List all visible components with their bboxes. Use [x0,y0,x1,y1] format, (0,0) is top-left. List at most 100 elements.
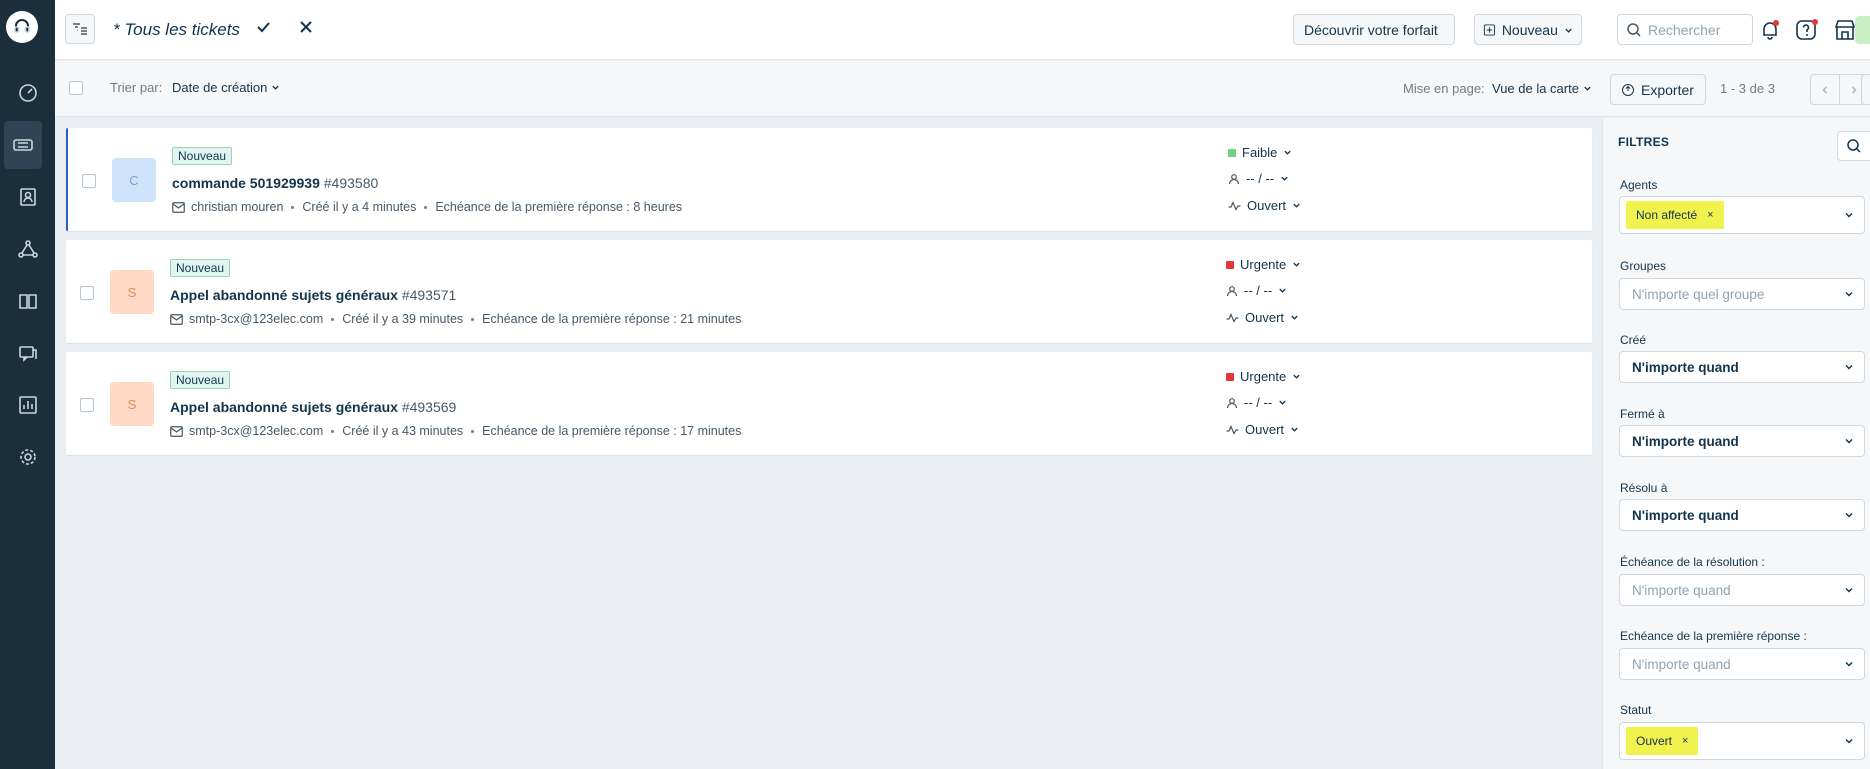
pagination-info: 1 - 3 de 3 [1720,81,1775,96]
groups-select[interactable]: N'importe quel groupe [1619,278,1865,310]
created-select[interactable]: N'importe quand [1619,351,1865,383]
ticket-meta: smtp-3cx@123elec.com Créé il y a 39 minu… [170,312,741,326]
chevron-left-icon [1822,85,1828,94]
remove-tag-icon[interactable]: × [1707,209,1713,221]
ticket-checkbox[interactable] [82,174,96,188]
closed-select[interactable]: N'importe quand [1619,425,1865,457]
ticket-checkbox[interactable] [80,286,94,300]
discover-plan-button[interactable]: Découvrir votre forfait [1293,14,1455,45]
resolution-due-label: Échéance de la résolution : [1620,555,1765,569]
created-label: Créé [1620,333,1647,347]
export-label: Exporter [1641,81,1694,98]
nav-tickets[interactable] [4,121,42,169]
search-placeholder: Rechercher [1648,21,1721,38]
ticket-card[interactable]: C Nouveau commande 501929939 #493580 chr… [66,128,1592,231]
status-dropdown[interactable]: Ouvert [1226,310,1299,325]
nav-reports[interactable] [0,381,55,429]
nav-knowledge-base[interactable] [0,277,55,325]
status-select[interactable]: Ouvert × [1619,722,1865,760]
resolved-select[interactable]: N'importe quand [1619,499,1865,531]
ticket-checkbox[interactable] [80,398,94,412]
resolution-due-placeholder: N'importe quand [1632,582,1731,598]
priority-value: Faible [1242,145,1278,160]
priority-dropdown[interactable]: Faible [1228,145,1292,160]
new-button[interactable]: Nouveau [1474,14,1582,45]
save-view-button[interactable] [255,18,273,39]
nav-settings[interactable] [0,433,55,481]
ticket-subject[interactable]: Appel abandonné sujets généraux #493569 [170,399,456,415]
chevron-down-icon [1284,150,1292,155]
separator-dot [331,317,335,321]
ticket-card[interactable]: S Nouveau Appel abandonné sujets générau… [66,352,1592,455]
layout-value: Vue de la carte [1492,81,1579,96]
status-value: Ouvert [1245,422,1285,437]
separator-dot [471,429,475,433]
nav-dashboard[interactable] [0,69,55,117]
chevron-down-icon [1279,288,1286,293]
assignee-value: -- / -- [1244,283,1273,298]
status-label: Statut [1620,703,1652,717]
previous-page-button[interactable] [1810,74,1840,105]
status-dropdown[interactable]: Ouvert [1228,198,1301,213]
chat-icon [18,346,37,362]
export-button[interactable]: Exporter [1610,74,1706,105]
select-all-checkbox[interactable] [69,81,83,95]
assignee-dropdown[interactable]: -- / -- [1226,283,1287,298]
chevron-down-icon [1279,400,1286,405]
ticket-created: Créé il y a 43 minutes [342,424,464,438]
toolbar-overflow-button[interactable] [1861,74,1870,105]
requester-avatar: S [110,382,154,426]
status-dropdown[interactable]: Ouvert [1226,422,1299,437]
discard-view-button[interactable] [297,18,315,39]
priority-indicator [1226,260,1234,269]
chevron-right-icon [1851,85,1857,94]
app-logo[interactable] [6,11,38,43]
notifications-button[interactable] [1756,16,1784,44]
ticket-requester[interactable]: smtp-3cx@123elec.com [189,424,323,438]
priority-dropdown[interactable]: Urgente [1226,369,1301,384]
filters-title: FILTRES [1618,135,1670,149]
ticket-requester[interactable]: christian mouren [191,200,283,214]
filter-list-icon [73,23,87,35]
ticket-requester[interactable]: smtp-3cx@123elec.com [189,312,323,326]
headset-icon [14,19,30,33]
priority-indicator [1226,372,1234,381]
ticket-due: Echéance de la première réponse : 8 heur… [435,200,683,214]
chevron-down-icon [1293,262,1300,267]
assignee-dropdown[interactable]: -- / -- [1226,395,1287,410]
help-icon [1796,19,1818,40]
groups-placeholder: N'importe quel groupe [1632,286,1765,302]
agents-select[interactable]: Non affecté × [1619,196,1865,234]
priority-dropdown[interactable]: Urgente [1226,257,1301,272]
ticket-card[interactable]: S Nouveau Appel abandonné sujets générau… [66,240,1592,343]
ticket-subject[interactable]: commande 501929939 #493580 [172,175,378,191]
ticket-subject-text: Appel abandonné sujets généraux [170,399,398,415]
tickets-icon [13,139,33,151]
separator-dot [424,205,428,209]
layout-dropdown[interactable]: Vue de la carte [1492,81,1592,96]
help-button[interactable] [1793,16,1821,44]
global-search-input[interactable]: Rechercher [1617,14,1753,45]
first-response-due-select[interactable]: N'importe quand [1619,648,1865,680]
chevron-down-icon [1583,86,1591,91]
ticket-subject[interactable]: Appel abandonné sujets généraux #493571 [170,287,456,303]
filters-panel: FILTRES Agents Non affecté × Groupes N'im… [1602,118,1870,769]
sort-dropdown[interactable]: Date de création [172,80,280,95]
remove-tag-icon[interactable]: × [1682,735,1688,747]
assignee-dropdown[interactable]: -- / -- [1228,171,1289,186]
user-avatar[interactable] [1855,16,1870,44]
chevron-down-icon [1281,176,1288,181]
filters-search-button[interactable] [1837,131,1870,161]
top-bar: * Tous les tickets Découvrir votre forfa… [55,0,1870,60]
nav-chat[interactable] [0,329,55,377]
nav-social[interactable] [0,225,55,273]
ticket-meta: christian mouren Créé il y a 4 minutes E… [172,200,682,214]
resolved-label: Résolu à [1620,481,1668,495]
dashboard-icon [18,84,37,102]
view-title[interactable]: * Tous les tickets [113,20,240,40]
nav-contacts[interactable] [0,173,55,221]
toggle-filters-button[interactable] [65,14,95,44]
separator-dot [291,205,295,209]
resolution-due-select[interactable]: N'importe quand [1619,574,1865,606]
new-badge: Nouveau [170,259,231,277]
